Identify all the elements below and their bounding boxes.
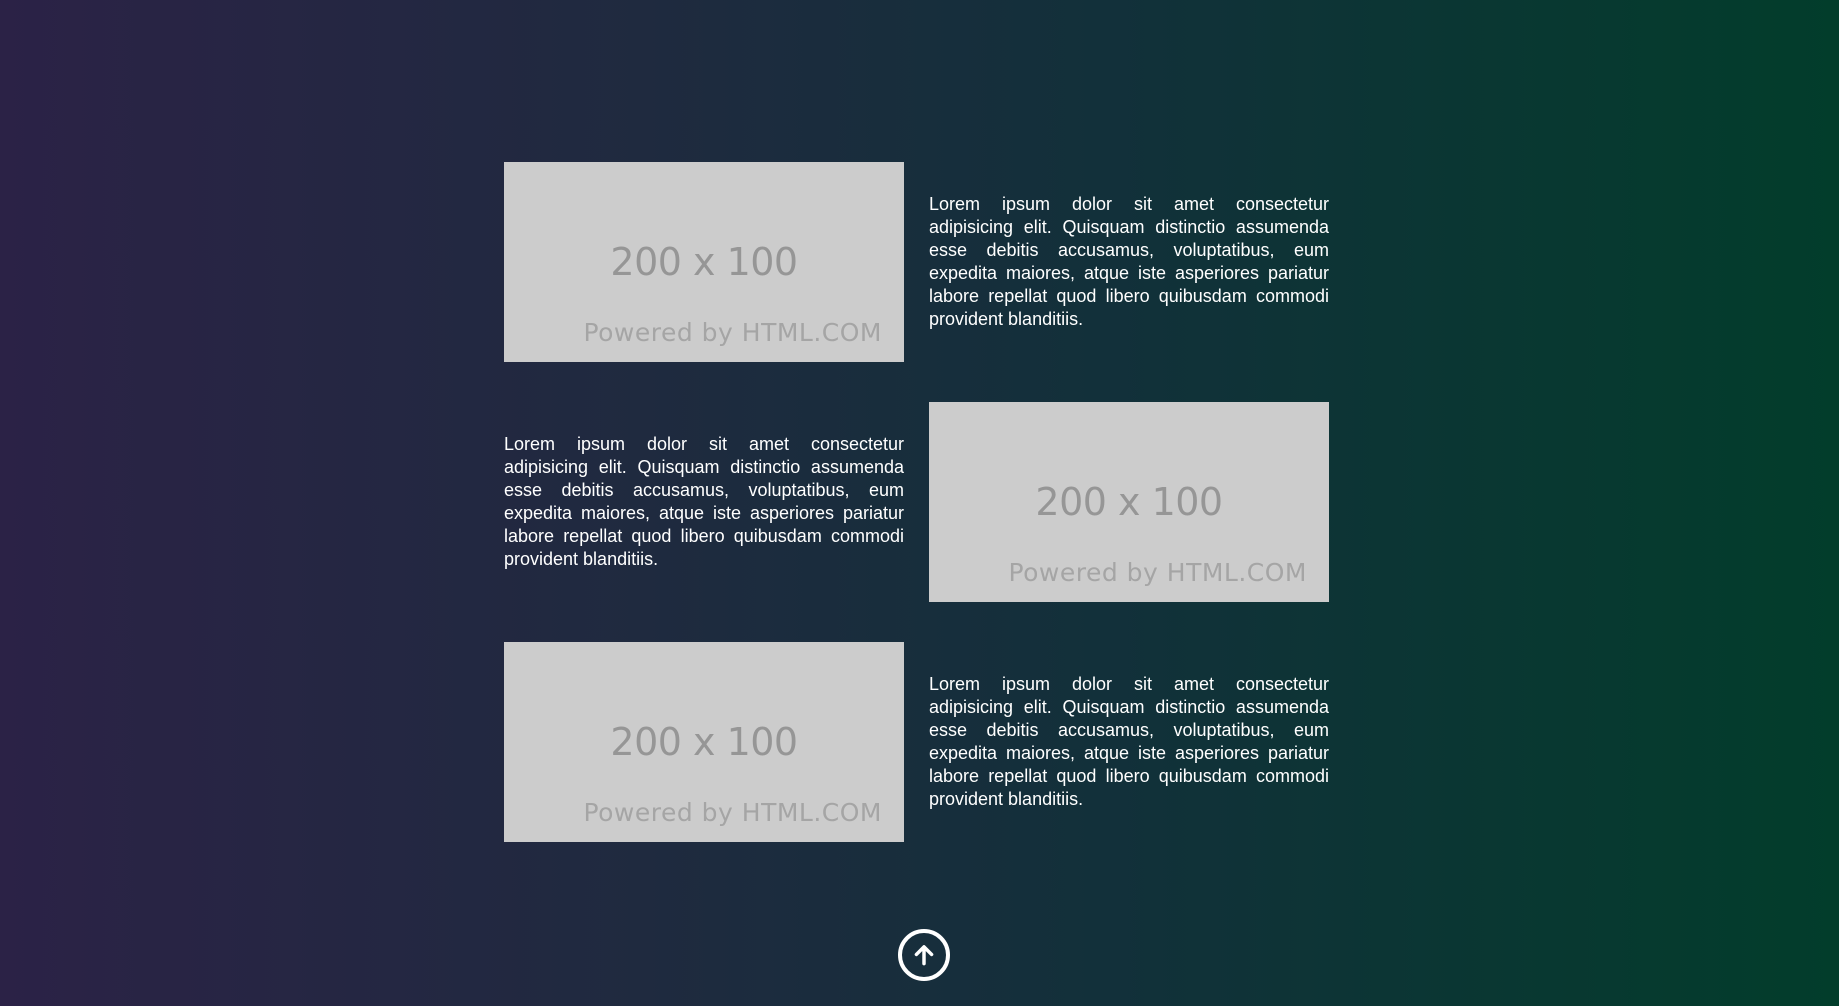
feature-text: Lorem ipsum dolor sit amet consectetur a… [929,194,1329,329]
placeholder-image: 200 x 100 Powered by HTML.COM [504,162,904,362]
placeholder-image: 200 x 100 Powered by HTML.COM [929,402,1329,602]
placeholder-image: 200 x 100 Powered by HTML.COM [504,642,904,842]
placeholder-dimensions: 200 x 100 [1035,480,1223,524]
feature-row-1: 200 x 100 Powered by HTML.COM Lorem ipsu… [504,162,1329,362]
arrow-up-icon [914,945,934,966]
placeholder-credit: Powered by HTML.COM [1008,558,1307,587]
content-section: 200 x 100 Powered by HTML.COM Lorem ipsu… [504,162,1329,882]
placeholder-credit: Powered by HTML.COM [583,318,882,347]
placeholder-dimensions: 200 x 100 [610,240,798,284]
placeholder-dimensions: 200 x 100 [610,720,798,764]
feature-row-3: 200 x 100 Powered by HTML.COM Lorem ipsu… [504,642,1329,842]
feature-text: Lorem ipsum dolor sit amet consectetur a… [504,434,904,569]
scroll-to-top-button[interactable] [898,929,950,981]
feature-text: Lorem ipsum dolor sit amet consectetur a… [929,674,1329,809]
feature-row-2: Lorem ipsum dolor sit amet consectetur a… [504,402,1329,602]
placeholder-credit: Powered by HTML.COM [583,798,882,827]
